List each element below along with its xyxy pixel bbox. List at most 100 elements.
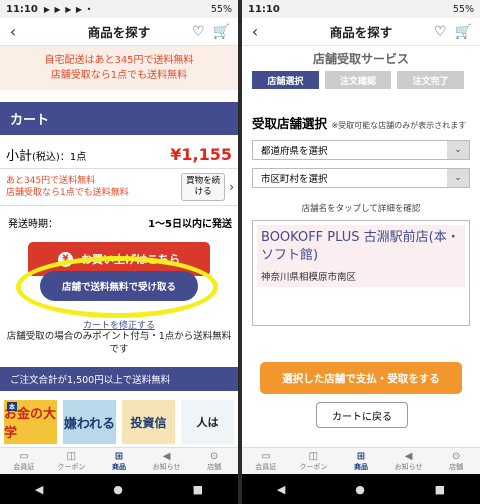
ticket-icon: ◫ [66, 450, 77, 462]
point-note: 店舗受取の場合のみポイント付与・1点から送料無料です [6, 331, 232, 355]
right-screen: 11:10 55% ‹ 商品を探す ♡ 🛒 店舗受取サービス 店舗選択 注文確認… [242, 0, 480, 504]
prefecture-select-value: 都道府県を選択 [261, 146, 328, 157]
cart-icon[interactable]: 🛒 [455, 24, 472, 40]
city-select[interactable]: 市区町村を選択 ⌄ [252, 168, 470, 188]
bag-icon: ⊞ [356, 450, 366, 462]
ticket-icon: ◫ [308, 450, 319, 462]
nav-home-icon[interactable]: ● [355, 483, 365, 496]
tap-hint: 店舗名をタップして詳細を確認 [301, 204, 421, 214]
free-shipping-bar: ご注文合計が1,500円以上で送料無料 [0, 367, 238, 391]
nav-recents-icon[interactable]: ■ [193, 483, 203, 496]
free-shipping-notice: あと345円で送料無料 店舗受取なら1点でも送料無料 買物を続 ける › [0, 168, 238, 206]
tab-label: 商品 [353, 462, 368, 471]
card-icon: ▭ [261, 450, 271, 462]
subtotal-tax: (税込) [32, 152, 60, 163]
prefecture-select[interactable]: 都道府県を選択 ⌄ [252, 140, 470, 160]
tab-products[interactable]: ⊞ 商品 [337, 448, 385, 474]
tab-member-card[interactable]: ▭ 会員証 [242, 448, 290, 474]
step-store-select: 店舗選択 [252, 71, 319, 89]
continue-label-1: 買物を続 [186, 176, 221, 186]
book-cover[interactable]: 投資信 [122, 400, 175, 444]
megaphone-icon: ◀ [162, 450, 171, 462]
shipping-value: 1〜5日以内に発送 [148, 219, 232, 230]
battery-indicator: 55% [452, 3, 474, 15]
section-note: ※受取可能な店舗のみが表示されます [331, 121, 467, 130]
nav-recents-icon[interactable]: ■ [435, 483, 445, 496]
status-bar: 11:10 ▶ ▶ ▶ ▶ • 55% [0, 0, 238, 18]
pin-icon: ⊙ [209, 450, 219, 462]
megaphone-icon: ◀ [404, 450, 413, 462]
tab-coupon[interactable]: ◫ クーポン [290, 448, 338, 474]
pin-icon: ⊙ [451, 450, 461, 462]
banner-line-1: 自宅配送はあと345円で送料無料 [44, 55, 194, 66]
store-address: 神奈川県相模原市南区 [261, 272, 357, 283]
subtotal-row: 小計 (税込) ：1点 ¥1,155 [0, 135, 238, 168]
back-arrow-icon[interactable]: ‹ [242, 22, 268, 41]
step-order-complete: 注文完了 [397, 71, 465, 89]
chevron-down-icon: ⌄ [447, 141, 469, 159]
tab-label: お知らせ [152, 462, 181, 471]
chevron-down-icon: ⌄ [447, 169, 469, 187]
nav-back-icon[interactable]: ◀ [35, 483, 43, 496]
store-item[interactable]: BOOKOFF PLUS 古淵駅前店(本・ソフト館) 神奈川県相模原市南区 [257, 225, 465, 287]
back-to-cart-button[interactable]: カートに戻る [316, 402, 408, 428]
tab-store[interactable]: ⊙ 店舗 [190, 448, 238, 474]
app-bar: ‹ 商品を探す ♡ 🛒 [0, 18, 238, 46]
book-carousel: 本お金の大学 嫌われる 投資信 人は [0, 400, 238, 444]
heart-icon[interactable]: ♡ [192, 24, 205, 40]
heart-icon[interactable]: ♡ [434, 24, 447, 40]
bottom-tab-bar: ▭ 会員証 ◫ クーポン ⊞ 商品 ◀ お知らせ ⊙ 店舗 [242, 447, 480, 474]
tab-coupon[interactable]: ◫ クーポン [48, 448, 96, 474]
tab-news[interactable]: ◀ お知らせ [385, 448, 433, 474]
nav-back-icon[interactable]: ◀ [277, 483, 285, 496]
status-bar: 11:10 55% [242, 0, 480, 18]
highlight-circle [16, 256, 218, 318]
app-bar: ‹ 商品を探す ♡ 🛒 [242, 18, 480, 46]
notice-line-1: あと345円で送料無料 [6, 176, 96, 186]
shipping-banner: 自宅配送はあと345円で送料無料 店舗受取なら1点でも送料無料 [0, 46, 238, 90]
chevron-right-icon[interactable]: › [229, 180, 234, 194]
battery-indicator: 55% [210, 3, 232, 15]
tab-label: クーポン [299, 462, 328, 471]
system-nav-bar: ◀ ● ■ [0, 474, 238, 504]
nav-home-icon[interactable]: ● [113, 483, 123, 496]
book-cover[interactable]: 嫌われる [63, 400, 116, 444]
tab-label: 店舗 [449, 462, 464, 471]
tab-member-card[interactable]: ▭ 会員証 [0, 448, 48, 474]
tab-label: 店舗 [207, 462, 222, 471]
banner-line-2: 店舗受取なら1点でも送料無料 [50, 70, 188, 81]
tab-label: 会員証 [255, 462, 277, 471]
status-time: 11:10 [248, 3, 280, 15]
continue-label-2: ける [194, 187, 212, 197]
continue-shopping-button[interactable]: 買物を続 ける [181, 173, 226, 201]
book-title: 嫌われる [63, 416, 116, 432]
subtotal-price: ¥1,155 [170, 145, 232, 164]
book-cover[interactable]: 本お金の大学 [4, 400, 57, 444]
notice-line-2: 店舗受取なら1点でも送料無料 [6, 188, 129, 198]
city-select-value: 市区町村を選択 [261, 174, 328, 185]
tab-store[interactable]: ⊙ 店舗 [432, 448, 480, 474]
tab-products[interactable]: ⊞ 商品 [95, 448, 143, 474]
cart-icon[interactable]: 🛒 [213, 24, 230, 40]
tab-label: クーポン [57, 462, 86, 471]
subtotal-label: 小計 [6, 149, 33, 164]
system-nav-bar: ◀ ● ■ [242, 474, 480, 504]
left-screen: 11:10 ▶ ▶ ▶ ▶ • 55% ‹ 商品を探す ♡ 🛒 自宅配送はあと3… [0, 0, 238, 504]
tab-news[interactable]: ◀ お知らせ [143, 448, 191, 474]
section-title-text: 受取店舗選択 [252, 116, 328, 131]
new-tag: 本 [7, 402, 18, 411]
section-title: 受取店舗選択 ※受取可能な店舗のみが表示されます [242, 93, 480, 132]
back-arrow-icon[interactable]: ‹ [0, 22, 26, 41]
store-name: BOOKOFF PLUS 古淵駅前店(本・ソフト館) [261, 230, 460, 263]
book-title: 人は [196, 416, 219, 429]
cart-heading: カート [0, 102, 238, 135]
bottom-tab-bar: ▭ 会員証 ◫ クーポン ⊞ 商品 ◀ お知らせ ⊙ 店舗 [0, 447, 238, 474]
service-title: 店舗受取サービス [312, 52, 409, 66]
book-cover[interactable]: 人は [181, 400, 234, 444]
tab-label: 商品 [111, 462, 126, 471]
confirm-store-button[interactable]: 選択した店舗で支払・受取をする [260, 362, 462, 394]
notification-icons: ▶ ▶ ▶ ▶ • [43, 4, 93, 14]
progress-steps: 店舗選択 注文確認 注文完了 [242, 67, 480, 93]
shipping-time-row: 発送時期： 1〜5日以内に発送 [0, 206, 238, 236]
card-icon: ▭ [19, 450, 29, 462]
